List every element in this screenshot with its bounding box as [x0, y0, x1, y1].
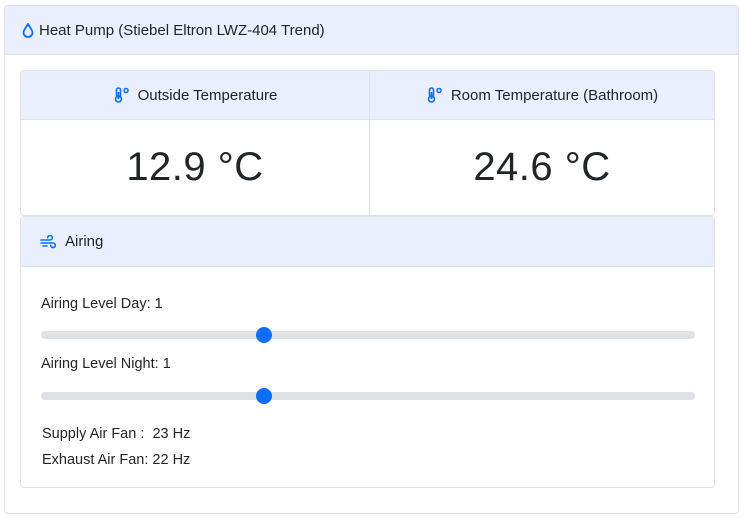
- room-temperature-header: Room Temperature (Bathroom): [370, 71, 714, 120]
- thermometer-icon: [426, 87, 444, 103]
- supply-air-fan-value: 23 Hz: [152, 426, 191, 442]
- exhaust-air-fan-row: Exhaust Air Fan: 22 Hz: [42, 452, 190, 468]
- slider-thumb[interactable]: [256, 388, 272, 404]
- exhaust-air-fan-label: Exhaust Air Fan:: [42, 452, 149, 468]
- airing-title: Airing: [65, 233, 104, 250]
- room-temperature-label: Room Temperature (Bathroom): [450, 86, 659, 104]
- outside-temperature-header: Outside Temperature: [21, 71, 369, 120]
- slider-track[interactable]: [41, 331, 695, 339]
- airing-level-night-slider[interactable]: [41, 387, 695, 405]
- room-temperature-panel: Room Temperature (Bathroom) 24.6 °C: [369, 71, 714, 215]
- temperatures-card: Outside Temperature 12.9 °C Room Tempera…: [20, 70, 715, 216]
- airing-card: Airing Airing Level Day: 1 Airing Level …: [20, 216, 715, 488]
- heat-pump-header: Heat Pump (Stiebel Eltron LWZ-404 Trend): [5, 6, 738, 55]
- slider-track[interactable]: [41, 392, 695, 400]
- outside-temperature-value: 12.9 °C: [126, 145, 264, 189]
- thermometer-icon: [113, 87, 131, 103]
- airing-level-night-label: Airing Level Night: 1: [41, 356, 171, 372]
- exhaust-air-fan-value: 22 Hz: [152, 452, 191, 468]
- airing-header: Airing: [21, 217, 714, 267]
- card-title: Heat Pump (Stiebel Eltron LWZ-404 Trend): [39, 21, 325, 39]
- airing-level-day-slider[interactable]: [41, 326, 695, 344]
- droplet-icon: [22, 22, 34, 38]
- supply-air-fan-row: Supply Air Fan : 23 Hz: [42, 426, 190, 442]
- room-temperature-value: 24.6 °C: [473, 145, 611, 189]
- outside-temperature-panel: Outside Temperature 12.9 °C: [21, 71, 369, 215]
- wind-icon: [40, 234, 57, 249]
- supply-air-fan-label: Supply Air Fan: [42, 426, 137, 442]
- airing-level-day-label: Airing Level Day: 1: [41, 296, 163, 312]
- outside-temperature-label: Outside Temperature: [137, 86, 278, 104]
- slider-thumb[interactable]: [256, 327, 272, 343]
